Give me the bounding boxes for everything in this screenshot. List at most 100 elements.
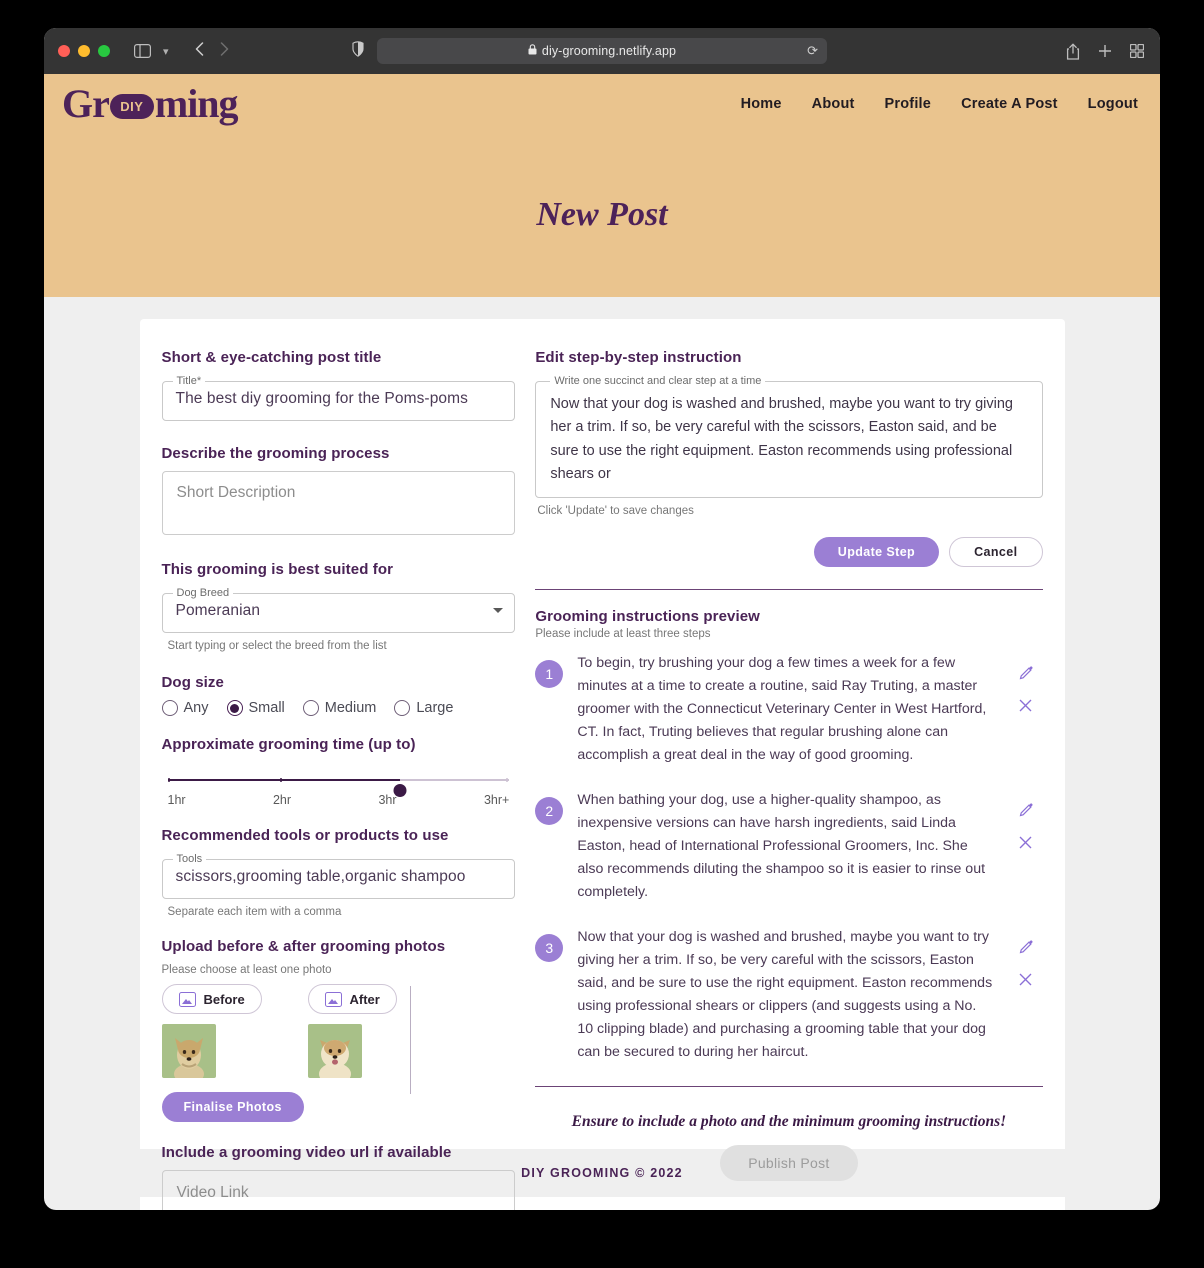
logo-diy-badge: DIY [109,94,154,119]
grooming-time-heading: Approximate grooming time (up to) [161,736,416,753]
close-window-button[interactable] [58,45,70,57]
lock-icon [528,44,537,58]
publish-note: Ensure to include a photo and the minimu… [571,1112,1007,1130]
slider-label-1hr: 1hr [167,793,186,807]
plus-icon[interactable] [1098,44,1112,58]
nav-item-home[interactable]: Home [741,96,782,112]
nav-item-create-a-post[interactable]: Create A Post [961,96,1058,112]
forward-arrow-icon [220,41,229,61]
publish-divider [535,1085,1043,1087]
editor-heading: Edit step-by-step instruction [535,349,742,366]
after-photo-thumbnail[interactable] [307,1024,362,1078]
after-button-label: After [349,991,380,1007]
publish-post-button[interactable]: Publish Post [720,1144,858,1181]
radio-circle-icon [161,700,178,716]
minimize-window-button[interactable] [78,45,90,57]
video-link-input[interactable]: Video Link [161,1170,516,1210]
maximize-window-button[interactable] [98,45,110,57]
radio-option-any[interactable]: Any [161,700,209,716]
close-x-icon[interactable] [1019,973,1032,989]
breed-selected-value: Pomeranian [175,601,261,619]
page-title: New Post [536,196,668,233]
preview-hint: Please include at least three steps [535,627,711,640]
breed-section-heading: This grooming is best suited for [161,561,394,578]
editor-legend: Write one succinct and clear step at a t… [554,375,762,387]
photo-divider [409,986,411,1094]
pencil-icon[interactable] [1019,940,1033,957]
radio-circle-icon [302,700,319,716]
privacy-shield-icon[interactable] [352,41,364,62]
slider-track[interactable] [167,771,510,797]
footer-copyright: DIY GROOMING © 2022 [521,1166,683,1180]
radio-circle-selected-icon [226,700,243,716]
pencil-icon[interactable] [1019,666,1033,683]
photos-hint: Please choose at least one photo [161,964,332,976]
radio-option-medium[interactable]: Medium [302,700,376,716]
sidebar-toggle-icon[interactable] [134,44,151,58]
page-body: Short & eye-catching post title Title* T… [44,297,1160,1210]
grooming-time-slider[interactable]: 1hr 2hr 3hr 3hr+ [162,771,516,807]
step-number-badge: 1 [535,659,564,688]
slider-tick-labels: 1hr 2hr 3hr 3hr+ [168,793,510,807]
step-text: When bathing your dog, use a higher-qual… [577,791,986,900]
radio-option-large[interactable]: Large [394,700,453,716]
tools-field[interactable]: Tools scissors,grooming table,organic sh… [161,853,516,899]
before-photo-column: Before [161,984,272,1078]
steps-list: 1 To begin, try brushing your dog a few … [535,652,1042,1064]
close-x-icon[interactable] [1019,836,1032,852]
description-textarea[interactable]: Short Description [161,471,516,535]
logo-text-end: ming [154,80,239,126]
editor-hint: Click 'Update' to save changes [537,504,694,517]
form-right-column: Edit step-by-step instruction Write one … [535,349,1043,1210]
pencil-icon[interactable] [1019,803,1033,820]
cancel-button[interactable]: Cancel [949,536,1043,567]
form-left-column: Short & eye-catching post title Title* T… [161,349,516,1210]
back-arrow-icon[interactable] [195,41,204,61]
radio-label-large: Large [416,700,454,716]
slider-track-fill [167,779,400,781]
editor-value: Now that your dog is washed and brushed,… [550,396,1013,483]
step-editor-textarea[interactable]: Write one succinct and clear step at a t… [535,375,1043,498]
tab-overview-icon[interactable] [1130,44,1144,58]
image-icon [178,991,196,1007]
slider-tick-2hr [280,778,283,782]
chrome-right-actions [1066,28,1144,74]
step-text: Now that your dog is washed and brushed,… [577,928,993,1060]
site-header: Gr DIY ming Home About Profile Create A Po… [44,74,1160,133]
step-number-badge: 2 [535,796,564,825]
url-text: diy-grooming.netlify.app [541,44,677,58]
slider-label-2hr: 2hr [272,793,292,807]
site-logo[interactable]: Gr DIY ming [62,80,239,126]
main-navigation: Home About Profile Create A Post Logout [741,96,1138,112]
step-item: 2 When bathing your dog, use a higher-qu… [535,789,1042,904]
describe-section-heading: Describe the grooming process [161,445,390,462]
before-photo-thumbnail[interactable] [161,1024,216,1078]
share-icon[interactable] [1066,43,1080,60]
address-bar[interactable]: diy-grooming.netlify.app ⟳ [377,38,827,64]
browser-chrome: ▾ diy-grooming.netlify.app ⟳ [44,28,1160,74]
title-field[interactable]: Title* The best diy grooming for the Pom… [161,375,516,421]
after-upload-button[interactable]: After [307,984,397,1014]
dog-breed-select[interactable]: Dog Breed Pomeranian [161,587,516,633]
tools-input-value: scissors,grooming table,organic shampoo [175,867,466,885]
chevron-down-icon[interactable] [493,608,504,613]
chevron-down-icon[interactable]: ▾ [163,45,169,58]
step-item: 3 Now that your dog is washed and brushe… [535,926,1042,1064]
photos-section-heading: Upload before & after grooming photos [161,938,446,955]
radio-option-small[interactable]: Small [226,700,285,716]
update-step-button[interactable]: Update Step [813,536,940,567]
before-upload-button[interactable]: Before [161,984,262,1014]
title-field-legend: Title* [176,375,202,387]
nav-item-about[interactable]: About [812,96,855,112]
finalise-photos-button[interactable]: Finalise Photos [161,1092,304,1122]
title-input-value: The best diy grooming for the Poms-poms [175,389,468,407]
slider-thumb[interactable] [393,784,407,797]
browser-window: ▾ diy-grooming.netlify.app ⟳ Gr DIY ming… [44,28,1160,1210]
step-number-badge: 3 [535,933,564,962]
radio-label-any: Any [183,700,209,716]
reload-icon[interactable]: ⟳ [807,43,818,59]
nav-item-logout[interactable]: Logout [1088,96,1138,112]
slider-tick-3hrplus [505,778,508,782]
nav-item-profile[interactable]: Profile [885,96,932,112]
close-x-icon[interactable] [1019,699,1032,715]
